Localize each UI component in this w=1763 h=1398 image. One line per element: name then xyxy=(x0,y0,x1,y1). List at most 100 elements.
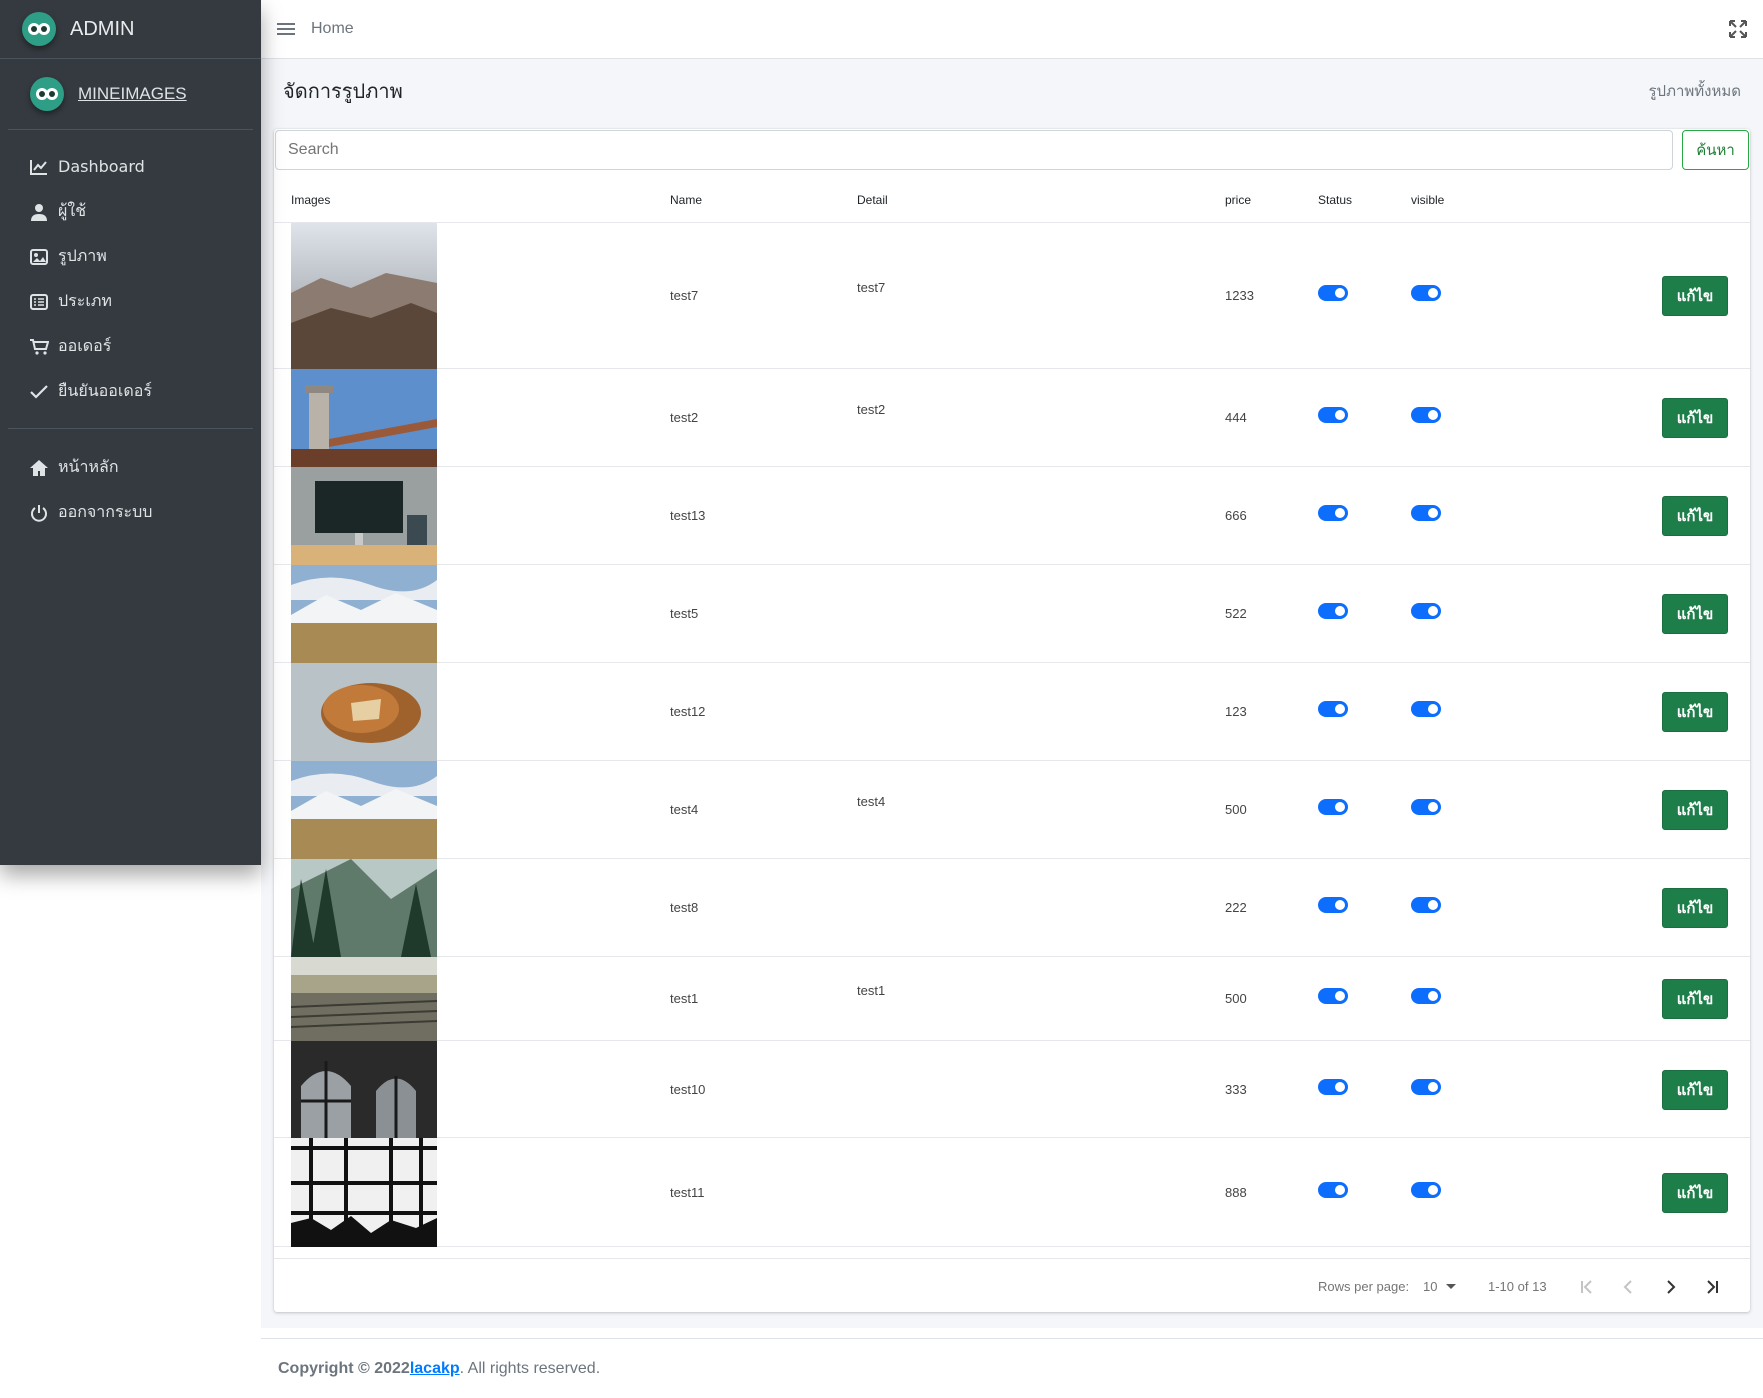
sidebar-item-confirm-orders[interactable]: ยืนยันออเดอร์ xyxy=(0,369,261,414)
user-name-link[interactable]: MINEIMAGES xyxy=(78,84,187,104)
list-icon xyxy=(28,291,50,313)
row-thumbnail-image xyxy=(291,1041,437,1138)
hamburger-menu-icon[interactable] xyxy=(277,20,295,38)
table-row: test10 333 แก้ไข xyxy=(274,1041,1750,1138)
status-toggle[interactable] xyxy=(1318,505,1348,521)
sidebar-item-dashboard[interactable]: Dashboard xyxy=(0,144,261,189)
sidebar-item-orders[interactable]: ออเดอร์ xyxy=(0,324,261,369)
fullscreen-icon[interactable] xyxy=(1729,20,1747,38)
visible-toggle[interactable] xyxy=(1411,285,1441,301)
row-thumbnail-image xyxy=(291,957,437,1041)
edit-button[interactable]: แก้ไข xyxy=(1662,398,1728,438)
status-toggle[interactable] xyxy=(1318,603,1348,619)
visible-toggle[interactable] xyxy=(1411,701,1441,717)
column-header-status[interactable]: Status xyxy=(1318,193,1352,207)
visible-toggle[interactable] xyxy=(1411,407,1441,423)
visible-toggle[interactable] xyxy=(1411,799,1441,815)
cart-icon xyxy=(28,336,50,358)
visible-toggle[interactable] xyxy=(1411,505,1441,521)
visible-toggle[interactable] xyxy=(1411,988,1441,1004)
edit-button[interactable]: แก้ไข xyxy=(1662,692,1728,732)
content-wrapper: จัดการรูปภาพ รูปภาพทั้งหมด ค้นหา Images … xyxy=(261,59,1763,1328)
sidebar-item-label: ออเดอร์ xyxy=(58,336,112,355)
sidebar-item-images[interactable]: รูปภาพ xyxy=(0,234,261,279)
rows-per-page-select[interactable]: 10 xyxy=(1423,1279,1437,1294)
first-page-icon[interactable] xyxy=(1574,1274,1600,1300)
search-input[interactable] xyxy=(275,130,1673,170)
sidebar-item-logout[interactable]: ออกจากระบบ xyxy=(0,490,261,535)
sidebar-item-categories[interactable]: ประเภท xyxy=(0,279,261,324)
sidebar-item-label: ออกจากระบบ xyxy=(58,502,153,521)
status-toggle[interactable] xyxy=(1318,285,1348,301)
prev-page-icon[interactable] xyxy=(1616,1274,1642,1300)
owl-logo-icon xyxy=(22,12,56,46)
column-header-visible[interactable]: visible xyxy=(1411,193,1444,207)
top-navbar: Home xyxy=(261,0,1763,59)
user-panel[interactable]: MINEIMAGES xyxy=(8,59,253,130)
row-name: test10 xyxy=(670,1082,706,1097)
row-price: 222 xyxy=(1225,900,1247,915)
power-icon xyxy=(28,502,50,524)
edit-button[interactable]: แก้ไข xyxy=(1662,1173,1728,1213)
row-name: test7 xyxy=(670,288,699,303)
brand-title: ADMIN xyxy=(70,17,135,40)
status-toggle[interactable] xyxy=(1318,1079,1348,1095)
rights-text: . All rights reserved. xyxy=(459,1360,601,1377)
visible-toggle[interactable] xyxy=(1411,897,1441,913)
search-bar: ค้นหา xyxy=(274,129,1750,173)
visible-toggle[interactable] xyxy=(1411,603,1441,619)
pagination-bar: Rows per page: 10 1-10 of 13 xyxy=(274,1258,1750,1312)
status-toggle[interactable] xyxy=(1318,407,1348,423)
row-name: test4 xyxy=(670,802,699,817)
edit-button[interactable]: แก้ไข xyxy=(1662,496,1728,536)
status-toggle[interactable] xyxy=(1318,1182,1348,1198)
author-link[interactable]: lacakp xyxy=(410,1360,460,1377)
last-page-icon[interactable] xyxy=(1699,1274,1725,1300)
row-price: 1233 xyxy=(1225,288,1254,303)
status-toggle[interactable] xyxy=(1318,897,1348,913)
sidebar-item-label: ผู้ใช้ xyxy=(58,201,87,220)
image-icon xyxy=(28,246,50,268)
edit-button[interactable]: แก้ไข xyxy=(1662,276,1728,316)
column-header-price[interactable]: price xyxy=(1225,193,1251,207)
sidebar-item-users[interactable]: ผู้ใช้ xyxy=(0,189,261,234)
row-price: 333 xyxy=(1225,1082,1247,1097)
status-toggle[interactable] xyxy=(1318,799,1348,815)
row-price: 500 xyxy=(1225,991,1247,1006)
row-name: test2 xyxy=(670,410,699,425)
row-thumbnail-image xyxy=(291,663,437,761)
edit-button[interactable]: แก้ไข xyxy=(1662,594,1728,634)
caret-down-icon[interactable] xyxy=(1446,1284,1456,1289)
table-row: test11 888 แก้ไข xyxy=(274,1138,1750,1247)
table-row: test13 666 แก้ไข xyxy=(274,467,1750,565)
row-price: 666 xyxy=(1225,508,1247,523)
next-page-icon[interactable] xyxy=(1657,1274,1683,1300)
sidebar-item-home[interactable]: หน้าหลัก xyxy=(0,445,261,490)
status-toggle[interactable] xyxy=(1318,701,1348,717)
visible-toggle[interactable] xyxy=(1411,1182,1441,1198)
sidebar-item-label: Dashboard xyxy=(58,157,145,176)
row-name: test8 xyxy=(670,900,699,915)
search-button[interactable]: ค้นหา xyxy=(1682,130,1749,170)
edit-button[interactable]: แก้ไข xyxy=(1662,1070,1728,1110)
edit-button[interactable]: แก้ไข xyxy=(1662,888,1728,928)
column-header-name[interactable]: Name xyxy=(670,193,702,207)
table-row: test2 test2 444 แก้ไข xyxy=(274,369,1750,467)
column-header-images[interactable]: Images xyxy=(291,193,330,207)
row-price: 888 xyxy=(1225,1185,1247,1200)
row-thumbnail-image xyxy=(291,761,437,859)
sidebar-nav: Dashboard ผู้ใช้ รูปภาพ ประเภท ออเดอร์ ย… xyxy=(0,130,261,535)
footer-copyright: Copyright © 2022lacakp. All rights reser… xyxy=(278,1360,600,1378)
brand-link[interactable]: ADMIN xyxy=(0,0,261,59)
status-toggle[interactable] xyxy=(1318,988,1348,1004)
table-row: test5 522 แก้ไข xyxy=(274,565,1750,663)
column-header-detail[interactable]: Detail xyxy=(857,193,888,207)
visible-toggle[interactable] xyxy=(1411,1079,1441,1095)
home-link[interactable]: Home xyxy=(311,20,354,38)
table-row: test4 test4 500 แก้ไข xyxy=(274,761,1750,859)
sidebar-item-label: ยืนยันออเดอร์ xyxy=(58,381,152,400)
edit-button[interactable]: แก้ไข xyxy=(1662,790,1728,830)
row-price: 500 xyxy=(1225,802,1247,817)
all-images-breadcrumb[interactable]: รูปภาพทั้งหมด xyxy=(1648,79,1741,103)
edit-button[interactable]: แก้ไข xyxy=(1662,979,1728,1019)
